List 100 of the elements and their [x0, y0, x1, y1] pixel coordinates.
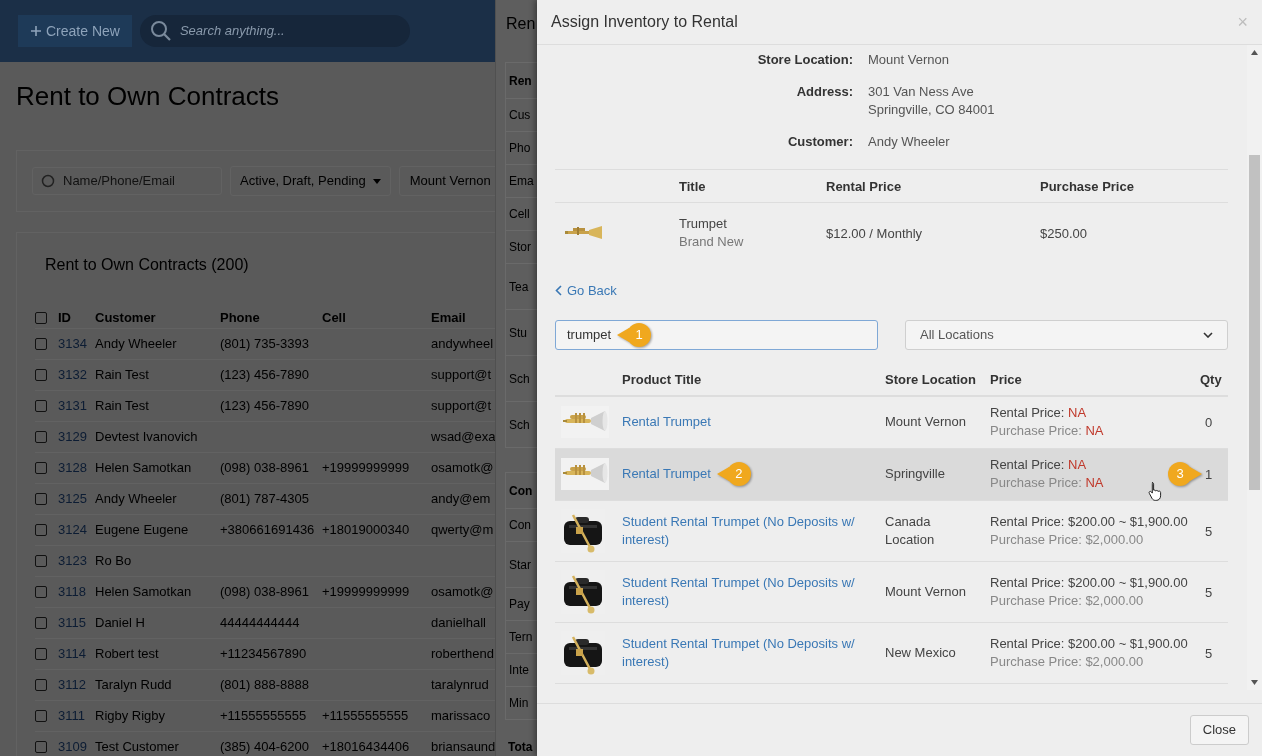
- card-title: Rent to Own Contracts (200): [45, 255, 250, 275]
- highlighted-product-row[interactable]: Rental Trumpet 2 Springville Rental Price: NA Purchase Price: NA 3 1: [555, 448, 1228, 501]
- filter-search-box[interactable]: Name/Phone/Email: [32, 167, 222, 195]
- contract-id-link[interactable]: 3124: [58, 522, 87, 538]
- field-label: Ema: [509, 173, 534, 190]
- checkbox[interactable]: [35, 524, 47, 536]
- field-label: Con: [509, 517, 531, 534]
- field-label: Sch: [509, 370, 530, 388]
- table-cell: osamotk@: [431, 460, 494, 476]
- purchase-price: Purchase Price: NA: [990, 422, 1104, 440]
- table-cell: support@t: [431, 398, 492, 414]
- store-location: Springville: [885, 466, 945, 481]
- close-button[interactable]: Close: [1189, 715, 1249, 745]
- scroll-down-icon[interactable]: [1251, 680, 1258, 685]
- checkbox[interactable]: [35, 741, 47, 753]
- table-cell: (123) 456-7890: [220, 367, 309, 383]
- product-title-link[interactable]: Rental Trumpet: [622, 465, 711, 483]
- total-label: Tota: [508, 739, 533, 756]
- field-label: Min: [509, 695, 529, 712]
- chevron-left-icon: [555, 285, 562, 297]
- table-cell: Eugene Eugene: [95, 522, 189, 538]
- table-cell: Helen Samotkan: [95, 460, 192, 476]
- table-cell: Test Customer: [95, 739, 179, 755]
- product-title-link[interactable]: Student Rental Trumpet (No Deposits w/ interest): [622, 634, 865, 671]
- column-header: Rental Price: [826, 179, 902, 194]
- checkbox[interactable]: [35, 710, 47, 722]
- checkbox[interactable]: [35, 311, 47, 324]
- column-header: Store Location: [885, 372, 976, 387]
- field-label: Store Location:: [756, 51, 853, 69]
- field-value: Springville, CO 84001: [868, 101, 996, 119]
- caret-icon: [372, 178, 381, 184]
- checkbox[interactable]: [35, 679, 47, 691]
- checkbox[interactable]: [35, 493, 47, 505]
- contract-id-link[interactable]: 3131: [58, 398, 87, 414]
- table-cell: qwerty@m: [431, 522, 494, 538]
- table-cell: roberthend: [431, 646, 494, 662]
- checkbox[interactable]: [35, 431, 47, 443]
- page-title: Rent to Own Contracts: [16, 80, 279, 112]
- table-cell: Devtest Ivanovich: [95, 429, 198, 445]
- search-bar[interactable]: Search anything...: [139, 15, 410, 47]
- contract-id-link[interactable]: 3112: [58, 677, 86, 693]
- filter-search-input[interactable]: Name/Phone/Email: [63, 171, 213, 191]
- field-label: Cell: [509, 206, 530, 223]
- checkbox[interactable]: [35, 555, 47, 567]
- checkbox[interactable]: [35, 369, 47, 381]
- table-cell: +11555555555: [322, 708, 409, 724]
- column-header: Title: [679, 179, 706, 194]
- field-label: Star: [509, 556, 531, 574]
- go-back-link[interactable]: Go Back: [555, 281, 617, 301]
- checkbox[interactable]: [35, 338, 47, 350]
- quantity: 5: [1205, 645, 1213, 661]
- checkbox[interactable]: [35, 586, 47, 598]
- checkbox[interactable]: [35, 462, 47, 474]
- status-filter-button[interactable]: Active, Draft, Pending: [230, 166, 391, 196]
- table-cell: (801) 888-8888: [220, 677, 309, 693]
- field-label: Customer:: [787, 133, 853, 151]
- contract-id-link[interactable]: 3128: [58, 460, 87, 476]
- scroll-up-icon[interactable]: [1251, 50, 1258, 55]
- table-cell: (098) 038-8961: [220, 584, 309, 600]
- contract-id-link[interactable]: 3118: [58, 584, 86, 600]
- table-cell: Daniel H: [95, 615, 145, 631]
- scrollbar-thumb[interactable]: [1249, 155, 1260, 490]
- table-cell: +380661691436: [220, 522, 315, 538]
- item-condition: Brand New: [679, 233, 745, 251]
- column-header: Customer: [95, 308, 157, 327]
- contract-id-link[interactable]: 3109: [58, 739, 87, 755]
- field-value: Mount Vernon: [868, 51, 950, 69]
- field-label: Tern: [509, 629, 533, 646]
- contract-id-link[interactable]: 3132: [58, 367, 87, 383]
- rental-price: Rental Price: $200.00 ~ $1,900.00: [990, 634, 1188, 653]
- column-header: Price: [990, 372, 1022, 387]
- contract-id-link[interactable]: 3111: [58, 708, 85, 724]
- contract-id-link[interactable]: 3129: [58, 429, 87, 445]
- table-cell: +18019000340: [322, 522, 410, 538]
- table-cell: briansaund: [431, 739, 496, 755]
- rental-price: Rental Price: NA: [990, 404, 1088, 422]
- contract-id-link[interactable]: 3134: [58, 336, 87, 352]
- drawer-title: Ren: [506, 14, 536, 34]
- table-cell: danielhall: [431, 615, 486, 631]
- contract-id-link[interactable]: 3115: [58, 615, 86, 631]
- column-header: Product Title: [622, 372, 702, 387]
- checkbox[interactable]: [35, 648, 47, 660]
- table-cell: +11555555555: [220, 708, 307, 724]
- scrollbar[interactable]: [1247, 45, 1262, 690]
- store-location: Mount Vernon: [885, 414, 966, 429]
- checkbox[interactable]: [35, 400, 47, 412]
- contract-id-link[interactable]: 3114: [58, 646, 86, 662]
- product-title-link[interactable]: Student Rental Trumpet (No Deposits w/ interest): [622, 573, 865, 610]
- product-title-link[interactable]: Rental Trumpet: [622, 413, 711, 431]
- field-label: Tea: [509, 278, 529, 296]
- contract-id-link[interactable]: 3125: [58, 491, 87, 507]
- contract-id-link[interactable]: 3123: [58, 553, 87, 569]
- checkbox[interactable]: [35, 617, 47, 629]
- location-select[interactable]: All Locations: [905, 319, 1228, 350]
- table-cell: (098) 038-8961: [220, 460, 309, 476]
- search-input[interactable]: Search anything...: [179, 21, 390, 41]
- field-value: 301 Van Ness Ave: [868, 83, 975, 101]
- item-title: Trumpet: [679, 215, 728, 233]
- product-title-link[interactable]: Student Rental Trumpet (No Deposits w/ interest): [622, 512, 865, 549]
- create-new-button[interactable]: Create New: [18, 15, 132, 47]
